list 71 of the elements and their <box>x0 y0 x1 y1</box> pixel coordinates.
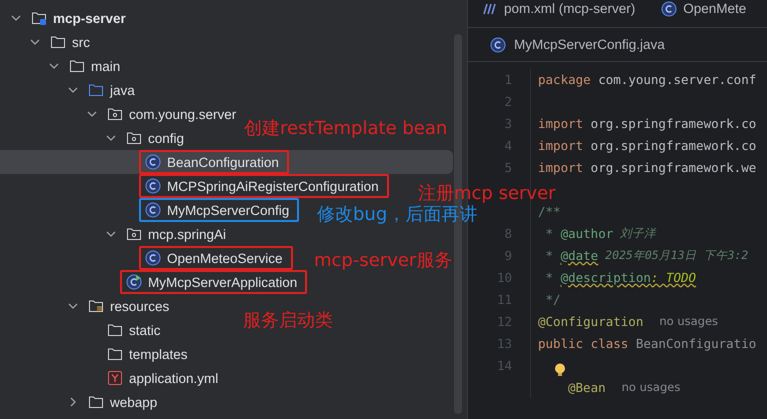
code-token: org.springframework.co <box>590 138 756 152</box>
code-token: * <box>544 248 554 262</box>
code-token: @author <box>560 226 614 240</box>
usage-hint: no usages <box>659 314 718 328</box>
class-icon <box>490 36 506 52</box>
annotation-text: 创建restTemplate bean <box>244 117 448 140</box>
editor-tab[interactable]: pom.xml (mcp-server) <box>482 0 636 16</box>
folder-icon <box>69 58 85 74</box>
folder-icon <box>107 346 123 362</box>
code-token: import <box>538 138 584 152</box>
code-token: BeanConfiguratio <box>634 336 756 350</box>
class-icon <box>145 250 161 266</box>
selected-tree-row[interactable]: BeanConfiguration <box>0 150 453 174</box>
tree-item-label[interactable]: BeanConfiguration <box>167 154 279 170</box>
annotation-text: 修改bug，后面再讲 <box>317 203 478 226</box>
annotation-text: 服务启动类 <box>243 309 333 332</box>
code-token: com.young.server.conf <box>597 72 756 86</box>
code-token: import <box>538 116 584 130</box>
code-token: * <box>544 270 554 284</box>
tree-item-label[interactable]: MyMcpServerConfig <box>167 202 290 218</box>
usage-hint: no usages <box>622 380 680 394</box>
tree-item-label[interactable]: java <box>110 82 135 98</box>
tree-item-label[interactable]: application.yml <box>129 370 218 386</box>
yaml-file-icon <box>107 370 123 386</box>
code-token: package <box>538 72 591 86</box>
tree-item-label[interactable]: static <box>129 322 161 338</box>
class-icon <box>145 202 161 218</box>
code-token: /** <box>538 204 561 218</box>
lightbulb-icon[interactable] <box>554 363 566 377</box>
code-token: @Configuration <box>538 314 644 328</box>
tree-item-label[interactable]: com.young.server <box>129 106 236 122</box>
tree-item-label[interactable]: config <box>148 130 184 146</box>
code-token: org.springframework.we <box>590 160 756 174</box>
tree-item-label[interactable]: MCPSpringAiRegisterConfiguration <box>167 178 379 194</box>
run-class-icon <box>126 274 142 290</box>
code-token: : TODO <box>650 270 696 284</box>
module-folder-icon <box>31 10 47 26</box>
class-icon <box>661 0 678 16</box>
annotation-text: mcp-server服务 <box>314 249 452 272</box>
annotation-text: 注册mcp server <box>418 182 556 205</box>
class-icon <box>145 154 161 170</box>
code-token: @description <box>560 270 651 284</box>
code-token: * <box>544 226 554 240</box>
tree-item-label[interactable]: src <box>72 34 90 50</box>
tree-item-label[interactable]: webapp <box>110 394 158 410</box>
code-token: @Bean <box>568 380 606 394</box>
tree-item-label[interactable]: main <box>91 58 120 74</box>
folder-icon <box>88 394 104 410</box>
editor-tab[interactable]: OpenMete <box>661 0 746 16</box>
folder-icon <box>50 34 66 50</box>
package-icon <box>107 106 123 122</box>
code-token: 刘子洋 <box>619 226 656 240</box>
code-token: org.springframework.co <box>590 116 756 130</box>
code-token: 2025年05月13日 下午3:2 <box>604 248 748 262</box>
tree-item-label[interactable]: templates <box>129 346 188 362</box>
code-token: @date <box>560 248 598 262</box>
tree-item-label[interactable]: OpenMeteoService <box>167 250 283 266</box>
tree-item-label[interactable]: mcp.springAi <box>148 226 226 242</box>
package-icon <box>126 130 142 146</box>
class-icon <box>145 178 161 194</box>
file-tab[interactable]: MyMcpServerConfig.java <box>514 37 665 52</box>
tree-item-label[interactable]: MyMcpServerApplication <box>148 274 298 290</box>
code-token: public class <box>538 336 628 350</box>
package-icon <box>126 226 142 242</box>
folder-icon <box>107 322 123 338</box>
tree-item-label[interactable]: resources <box>110 298 170 314</box>
folder-icon <box>88 82 104 98</box>
code-token: import <box>538 160 584 174</box>
code-token: */ <box>544 292 561 306</box>
tree-item-label[interactable]: mcp-server <box>53 10 126 26</box>
resources-folder-icon <box>88 298 104 314</box>
